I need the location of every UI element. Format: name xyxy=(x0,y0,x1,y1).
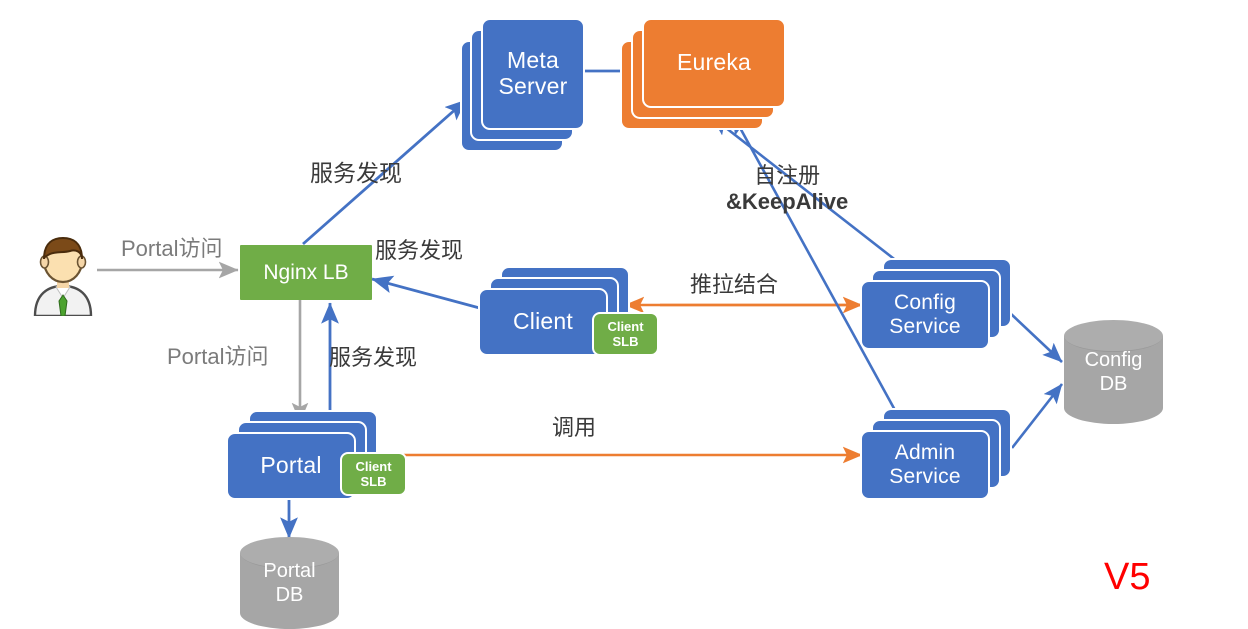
edge-label-portal-access-bottom: Portal访问 xyxy=(167,344,269,369)
client-slb-badge-line2: SLB xyxy=(612,334,639,349)
eureka-face[interactable]: Eureka xyxy=(642,18,786,108)
edge-label-service-discovery-portal: 服务发现 xyxy=(329,345,418,370)
edge-client-to-nginx xyxy=(371,275,488,312)
config-service-label-line2: Service xyxy=(889,315,961,338)
portal-db-label-line1: Portal xyxy=(263,560,316,582)
edge-label-service-discovery-client: 服务发现 xyxy=(375,238,464,263)
admin-service-label-line1: Admin xyxy=(894,441,956,465)
user-actor xyxy=(26,232,100,318)
edge-label-portal-access-top: Portal访问 xyxy=(121,236,223,261)
config-service-label-line1: Config xyxy=(894,291,956,315)
portal-face[interactable]: Portal xyxy=(226,432,356,500)
node-meta-server[interactable]: Meta Server xyxy=(460,18,586,152)
portal-slb-badge-line1: Client xyxy=(355,458,392,474)
client-label: Client xyxy=(512,308,573,335)
nginx-lb-label: Nginx LB xyxy=(263,260,349,284)
eureka-label: Eureka xyxy=(676,49,752,76)
admin-service-label-line2: Service xyxy=(889,465,961,488)
config-db-label-line2: DB xyxy=(1099,373,1128,395)
user-icon xyxy=(33,236,93,318)
client-face[interactable]: Client xyxy=(478,288,608,356)
edge-label-self-register: 自注册 &KeepAlive xyxy=(726,163,848,216)
node-eureka[interactable]: Eureka xyxy=(620,18,786,130)
meta-server-face[interactable]: Meta Server xyxy=(481,18,585,130)
meta-server-label-line2: Server xyxy=(498,73,568,99)
admin-service-face[interactable]: Admin Service xyxy=(860,430,990,500)
node-config-db[interactable]: Config DB xyxy=(1064,320,1163,424)
config-service-face[interactable]: Config Service xyxy=(860,280,990,350)
edge-label-invoke: 调用 xyxy=(552,415,597,440)
client-slb-badge-line1: Client xyxy=(607,318,644,334)
edge-adminservice-to-configdb xyxy=(1010,383,1064,449)
architecture-diagram-canvas: Meta Server Eureka Nginx LB Client Clien… xyxy=(0,0,1248,629)
version-watermark: V5 xyxy=(1104,556,1151,598)
edge-label-self-register-line1: 自注册 xyxy=(754,163,821,188)
node-portal-db[interactable]: Portal DB xyxy=(240,537,339,629)
edge-configservice-to-configdb xyxy=(1009,312,1063,363)
meta-server-label-line1: Meta xyxy=(507,47,559,74)
client-slb-badge[interactable]: Client SLB xyxy=(592,312,659,356)
portal-slb-badge-line2: SLB xyxy=(360,474,387,489)
portal-label: Portal xyxy=(260,452,322,479)
config-db-label-line1: Config xyxy=(1084,349,1143,371)
edge-label-self-register-line2: &KeepAlive xyxy=(726,189,849,215)
node-admin-service[interactable]: Admin Service xyxy=(860,408,1012,500)
edge-label-push-pull: 推拉结合 xyxy=(690,272,779,297)
portal-slb-badge[interactable]: Client SLB xyxy=(340,452,407,496)
portal-db-label-line2: DB xyxy=(275,584,304,606)
edge-label-service-discovery-meta: 服务发现 xyxy=(310,160,402,186)
node-config-service[interactable]: Config Service xyxy=(860,258,1012,350)
node-nginx-lb[interactable]: Nginx LB xyxy=(240,245,372,300)
